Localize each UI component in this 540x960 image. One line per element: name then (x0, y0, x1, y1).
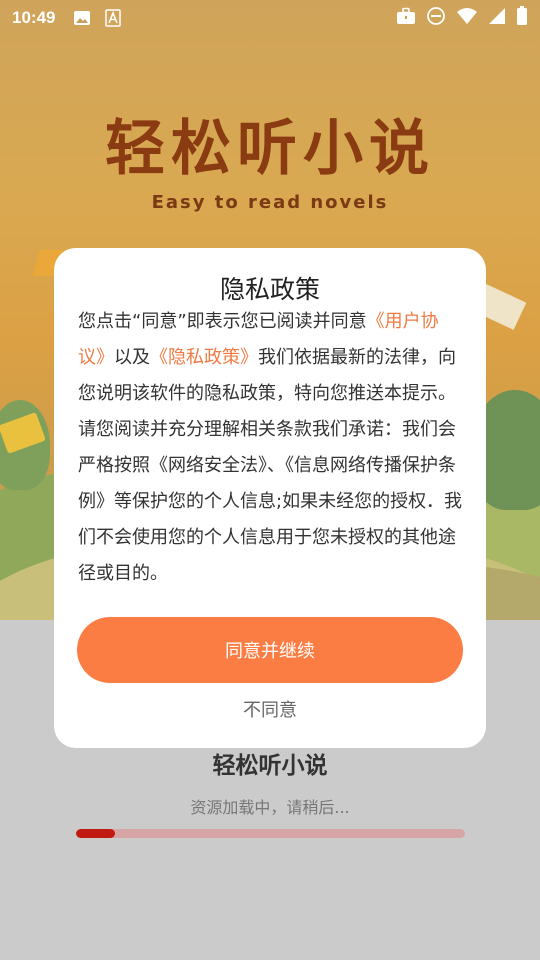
status-bar: 10:49 (0, 0, 540, 36)
image-icon (73, 9, 91, 27)
loading-progress-fill (76, 829, 115, 838)
privacy-policy-dialog: 隐私政策 您点击“同意”即表示您已阅读并同意《用户协议》以及《隐私政策》我们依据… (54, 248, 486, 748)
loading-status-text: 资源加载中，请稍后... (190, 798, 350, 817)
dialog-body-and: 以及 (114, 347, 150, 368)
signal-icon (488, 7, 506, 29)
dialog-body-details: 我们依据最新的法律，向您说明该软件的隐私政策，特向您推送本提示。请您阅读并充分理… (78, 347, 463, 584)
dialog-body-text: 您点击“同意”即表示您已阅读并同意《用户协议》以及《隐私政策》我们依据最新的法律… (78, 304, 464, 592)
app-name: 轻松听小说 (212, 753, 328, 779)
do-not-disturb-icon (426, 6, 446, 30)
privacy-policy-link[interactable]: 《隐私政策》 (150, 347, 258, 368)
dialog-body-intro: 您点击“同意”即表示您已阅读并同意 (78, 311, 367, 332)
status-time: 10:49 (12, 8, 56, 27)
font-icon (105, 9, 122, 27)
briefcase-icon (396, 7, 416, 29)
wifi-icon (456, 7, 478, 29)
logo-subtitle: Easy to read novels (151, 192, 389, 213)
agree-continue-button[interactable]: 同意并继续 (77, 617, 463, 683)
disagree-button[interactable]: 不同意 (54, 697, 486, 725)
logo-title: 轻松听小说 (105, 114, 435, 184)
loading-progress-bar (76, 829, 465, 838)
battery-icon (516, 6, 528, 30)
dialog-title: 隐私政策 (219, 275, 320, 304)
